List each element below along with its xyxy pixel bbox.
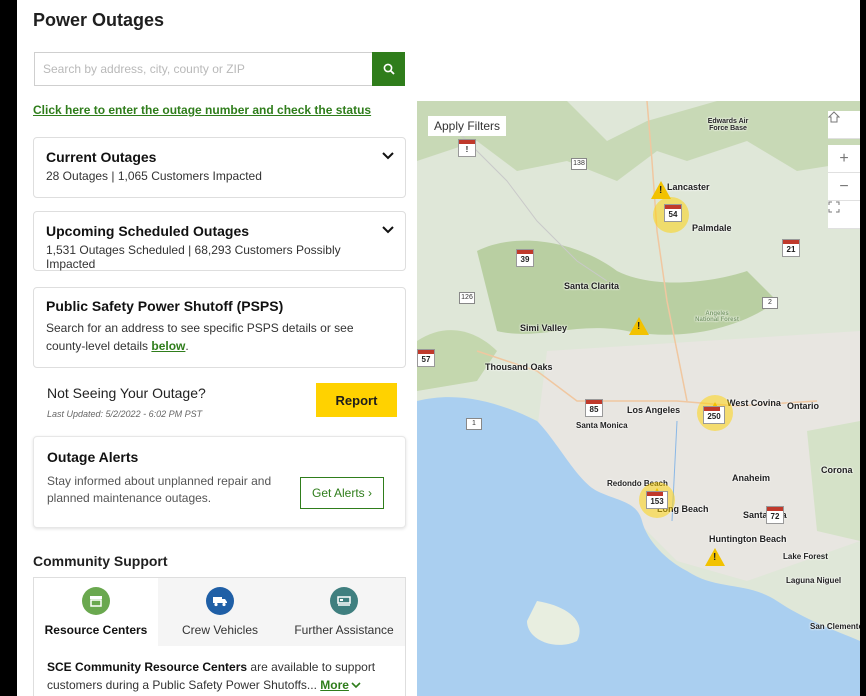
more-link[interactable]: More xyxy=(320,678,349,692)
report-button[interactable]: Report xyxy=(316,383,397,417)
fullscreen-button[interactable] xyxy=(828,201,860,229)
tab-label: Crew Vehicles xyxy=(181,623,259,637)
highway-shield: 2 xyxy=(762,297,778,309)
outage-marker[interactable]: 85 xyxy=(585,399,603,417)
current-outages-summary: 28 Outages | 1,065 Customers Impacted xyxy=(46,169,262,183)
map-city-label: Los Angeles xyxy=(627,405,681,415)
outage-alerts-title: Outage Alerts xyxy=(47,449,139,465)
map-city-label: Santa Monica xyxy=(576,421,628,430)
upcoming-outages-card[interactable]: Upcoming Scheduled Outages 1,531 Outages… xyxy=(33,211,406,271)
upcoming-outages-summary: 1,531 Outages Scheduled | 68,293 Custome… xyxy=(46,243,341,271)
psps-description: Search for an address to see specific PS… xyxy=(46,319,393,355)
map-city-label: Anaheim xyxy=(732,473,771,483)
outage-warning-icon[interactable]: ! xyxy=(705,548,725,566)
highway-shield: 138 xyxy=(571,158,587,170)
outage-marker[interactable]: 39 xyxy=(516,249,534,267)
not-seeing-outage-heading: Not Seeing Your Outage? xyxy=(47,385,206,401)
outage-warning-icon[interactable]: ! xyxy=(651,181,671,199)
current-outages-card[interactable]: Current Outages 28 Outages | 1,065 Custo… xyxy=(33,137,406,198)
resource-centers-description: SCE Community Resource Centers are avail… xyxy=(34,646,405,696)
page: Power Outages Click here to enter the ou… xyxy=(17,0,860,696)
psps-card: Public Safety Power Shutoff (PSPS) Searc… xyxy=(33,287,406,368)
map-city-label: Santa Clarita xyxy=(564,281,620,291)
map-city-label: Lancaster xyxy=(667,182,710,192)
map-background xyxy=(417,101,860,696)
outage-marker[interactable]: 72 xyxy=(766,506,784,524)
map-city-label: Lake Forest xyxy=(783,552,828,561)
current-outages-title: Current Outages xyxy=(46,149,157,165)
map-city-label: Laguna Niguel xyxy=(786,576,842,585)
outage-marker[interactable]: 153 xyxy=(646,491,668,509)
page-title: Power Outages xyxy=(33,10,165,30)
search-icon xyxy=(383,63,395,75)
outage-marker[interactable]: 54 xyxy=(664,204,682,222)
search-button[interactable] xyxy=(372,52,405,86)
tab-further-assistance[interactable]: Further Assistance xyxy=(282,578,406,646)
search-input[interactable] xyxy=(35,53,365,85)
tab-crew-vehicles[interactable]: Crew Vehicles xyxy=(158,578,282,646)
expand-icon xyxy=(828,201,840,213)
map-city-label: Edwards Air Force Base xyxy=(707,118,749,132)
outage-warning-icon[interactable]: ! xyxy=(629,317,649,335)
zoom-in-button[interactable]: + xyxy=(828,145,860,173)
map-city-label: San Clemente xyxy=(810,622,860,631)
map-city-label: Simi Valley xyxy=(520,323,568,333)
truck-icon xyxy=(206,587,234,615)
map-city-label: Corona xyxy=(821,465,853,475)
map-city-label: Angeles National Forest xyxy=(695,311,739,323)
home-button[interactable] xyxy=(828,111,860,139)
upcoming-outages-title: Upcoming Scheduled Outages xyxy=(46,223,250,239)
get-alerts-button[interactable]: Get Alerts › xyxy=(300,477,384,509)
outage-status-link[interactable]: Click here to enter the outage number an… xyxy=(33,103,371,117)
map-city-label: West Covina xyxy=(727,398,781,408)
map-city-label: Thousand Oaks xyxy=(485,362,553,372)
tab-label: Further Assistance xyxy=(294,623,394,637)
chevron-down-icon[interactable] xyxy=(381,151,395,161)
last-updated: Last Updated: 5/2/2022 - 6:02 PM PST xyxy=(47,409,203,419)
psps-below-link[interactable]: below xyxy=(151,339,185,353)
highway-shield: 126 xyxy=(459,292,475,304)
apply-filters-button[interactable]: Apply Filters xyxy=(428,116,507,136)
tab-label: Resource Centers xyxy=(44,623,148,637)
community-support-heading: Community Support xyxy=(33,553,168,569)
community-support-panel: Resource Centers Crew Vehicles Further A… xyxy=(33,577,406,696)
outage-map[interactable]: Apply Filters ! + − Edwards Air Force Ba… xyxy=(417,101,860,696)
psps-desc-period: . xyxy=(185,339,189,353)
outage-marker[interactable]: 250 xyxy=(703,406,725,424)
search-box xyxy=(34,52,405,86)
chevron-down-icon[interactable] xyxy=(381,225,395,235)
outage-alerts-card: Outage Alerts Stay informed about unplan… xyxy=(33,436,406,528)
highway-shield: 1 xyxy=(466,418,482,430)
resource-center-icon xyxy=(82,587,110,615)
left-panel: Power Outages Click here to enter the ou… xyxy=(17,0,417,696)
calendar-alert-icon[interactable]: ! xyxy=(458,139,476,157)
map-city-label: Huntington Beach xyxy=(709,534,787,544)
chevron-down-icon[interactable] xyxy=(351,682,361,689)
psps-title: Public Safety Power Shutoff (PSPS) xyxy=(46,298,284,314)
map-city-label: Palmdale xyxy=(692,223,732,233)
outage-marker[interactable]: 21 xyxy=(782,239,800,257)
zoom-out-button[interactable]: − xyxy=(828,173,860,201)
outage-marker[interactable]: 57 xyxy=(417,349,435,367)
psps-desc-text: Search for an address to see specific PS… xyxy=(46,321,354,353)
map-city-label: Ontario xyxy=(787,401,820,411)
assistance-icon xyxy=(330,587,358,615)
support-bold-text: SCE Community Resource Centers xyxy=(47,660,248,674)
home-icon xyxy=(828,111,840,123)
outage-alerts-description: Stay informed about unplanned repair and… xyxy=(47,474,272,505)
tab-resource-centers[interactable]: Resource Centers xyxy=(34,578,158,646)
